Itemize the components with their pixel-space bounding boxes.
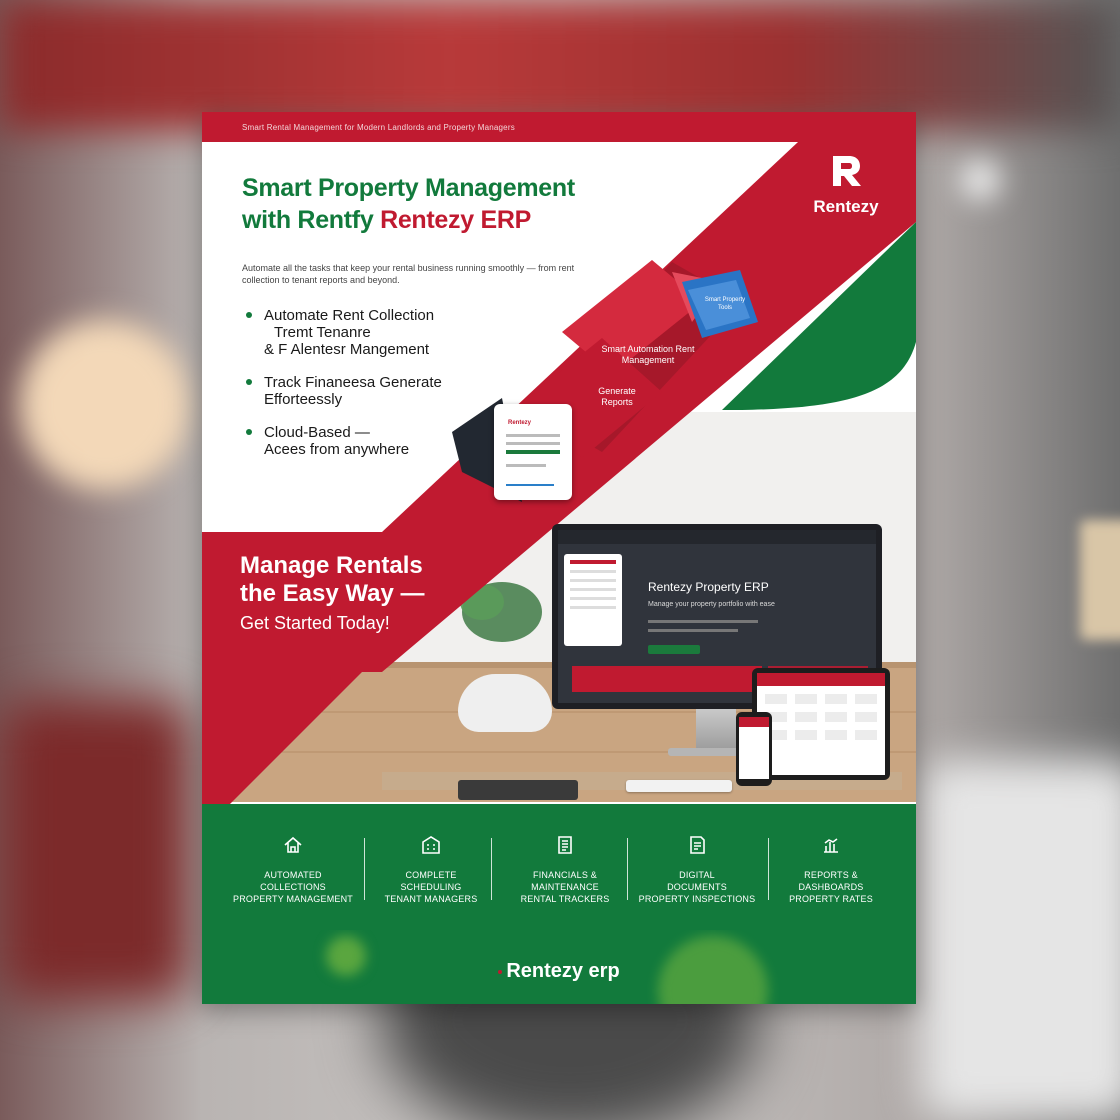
brand-dot-icon [498,969,503,974]
cta-get-started: Get Started Today! [240,613,390,633]
strip-item: FINANCIALS & MAINTENANCE RENTAL TRACKERS [490,804,640,905]
strip-item: AUTOMATED COLLECTIONS PROPERTY MANAGEMEN… [218,804,368,905]
phone-card-title: Rentezy [508,420,532,426]
analytics-icon [824,838,838,853]
footer-brand: Rentezy erp [202,960,916,983]
screen-sidebar [564,554,622,646]
books [458,780,578,800]
phone-card: Rentezy [494,404,572,500]
blue-card-label: Smart Property Tools [704,297,746,311]
invoice-icon [690,836,705,854]
document-icon [558,836,572,854]
cta-line-1: Manage Rentals [240,552,423,579]
cta-block: Manage Rentals the Easy Way — Get Starte… [240,552,425,636]
screen-button [648,645,700,654]
strip-item: DIGITAL DOCUMENTS PROPERTY INSPECTIONS [622,804,772,905]
strip-item: COMPLETE SCHEDULING TENANT MANAGERS [356,804,506,905]
red-card-label: Smart Automation Rent Management [601,344,695,365]
screen-subtitle: Manage your property portfolio with ease [648,601,775,608]
strip-item: REPORTS & DASHBOARDS PROPERTY RATES [756,804,906,905]
tablet [752,668,890,780]
keyboard [626,780,732,792]
footer: Rentezy erp [202,930,916,1004]
red-card-small-label: Generate Reports [598,386,636,407]
home-icon [284,836,302,853]
cta-line-2: the Easy Way — [240,580,425,607]
mobile-phone [736,712,772,786]
building-icon [422,836,440,854]
monitor-stand [696,709,736,749]
plant-pot [458,674,552,732]
feature-strip: AUTOMATED COLLECTIONS PROPERTY MANAGEMEN… [202,804,916,930]
screen-title: Rentezy Property ERP [648,580,769,594]
flyer: Smart Rental Management for Modern Landl… [202,112,916,1004]
